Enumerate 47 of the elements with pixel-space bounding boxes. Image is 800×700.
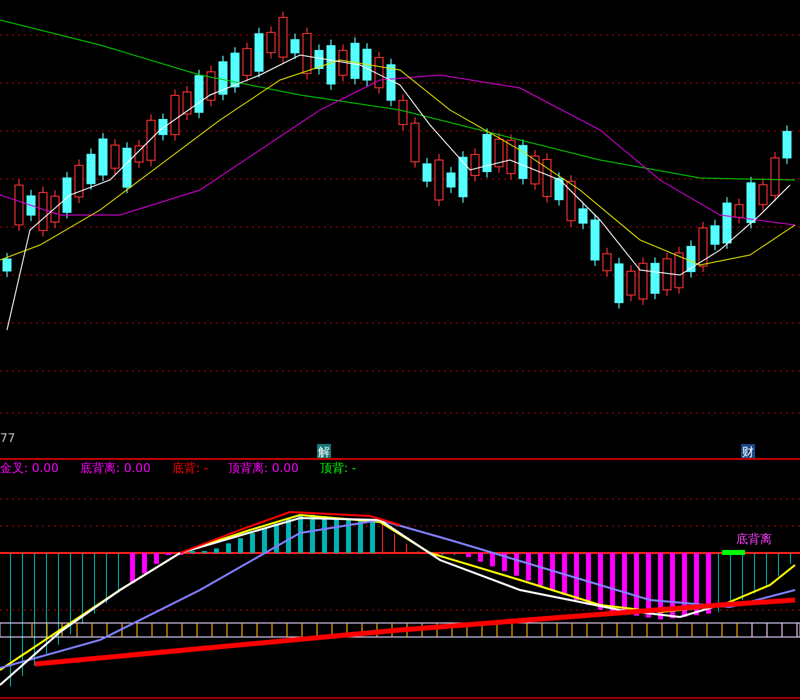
histogram-bar <box>706 553 711 614</box>
histogram-bar <box>262 528 267 553</box>
histogram-bar <box>562 553 567 596</box>
histogram-bar <box>514 553 519 576</box>
legend-item: 底背: - <box>172 461 208 475</box>
histogram-bar <box>346 518 351 553</box>
histogram-bar <box>154 553 159 564</box>
histogram-bar <box>526 553 531 581</box>
histogram-bar <box>550 553 555 590</box>
histogram-bar <box>238 538 243 553</box>
histogram-bar <box>226 543 231 553</box>
histogram-bar <box>130 553 135 584</box>
histogram-bar <box>466 553 471 558</box>
event-marker[interactable]: 财 <box>741 444 755 459</box>
signal-label: 底背离 <box>736 532 772 546</box>
histogram-bar <box>682 553 687 617</box>
histogram-bar <box>358 520 363 553</box>
histogram-bar <box>250 533 255 553</box>
signal-bar <box>722 550 745 555</box>
histogram-bar <box>694 553 699 616</box>
histogram-bar <box>274 524 279 553</box>
legend-item: 金叉: 0.00 <box>0 461 59 475</box>
histogram-bar <box>586 553 591 605</box>
histogram-bar <box>322 516 327 553</box>
histogram-bar <box>142 553 147 574</box>
histogram-bar <box>490 553 495 566</box>
histogram-bar <box>310 514 315 553</box>
axis-value: 77 <box>0 431 16 445</box>
histogram-bar <box>334 517 339 553</box>
histogram-bar <box>646 553 651 618</box>
legend-item: 顶背离: 0.00 <box>228 461 299 475</box>
event-marker[interactable]: 解 <box>317 444 331 459</box>
histogram-bar <box>538 553 543 586</box>
histogram-bar <box>502 553 507 572</box>
histogram-bar <box>214 548 219 553</box>
histogram-bar <box>370 522 375 553</box>
histogram-bar <box>610 553 615 612</box>
histogram-bar <box>670 553 675 618</box>
legend-item: 底背离: 0.00 <box>80 461 151 475</box>
legend-item: 顶背: - <box>320 461 356 475</box>
histogram-bar <box>598 553 603 610</box>
histogram-bar <box>634 553 639 616</box>
histogram-bar <box>574 553 579 600</box>
histogram-bar <box>658 553 663 620</box>
histogram-bar <box>478 553 483 562</box>
histogram-bar <box>286 519 291 553</box>
histogram-bar <box>298 514 303 553</box>
